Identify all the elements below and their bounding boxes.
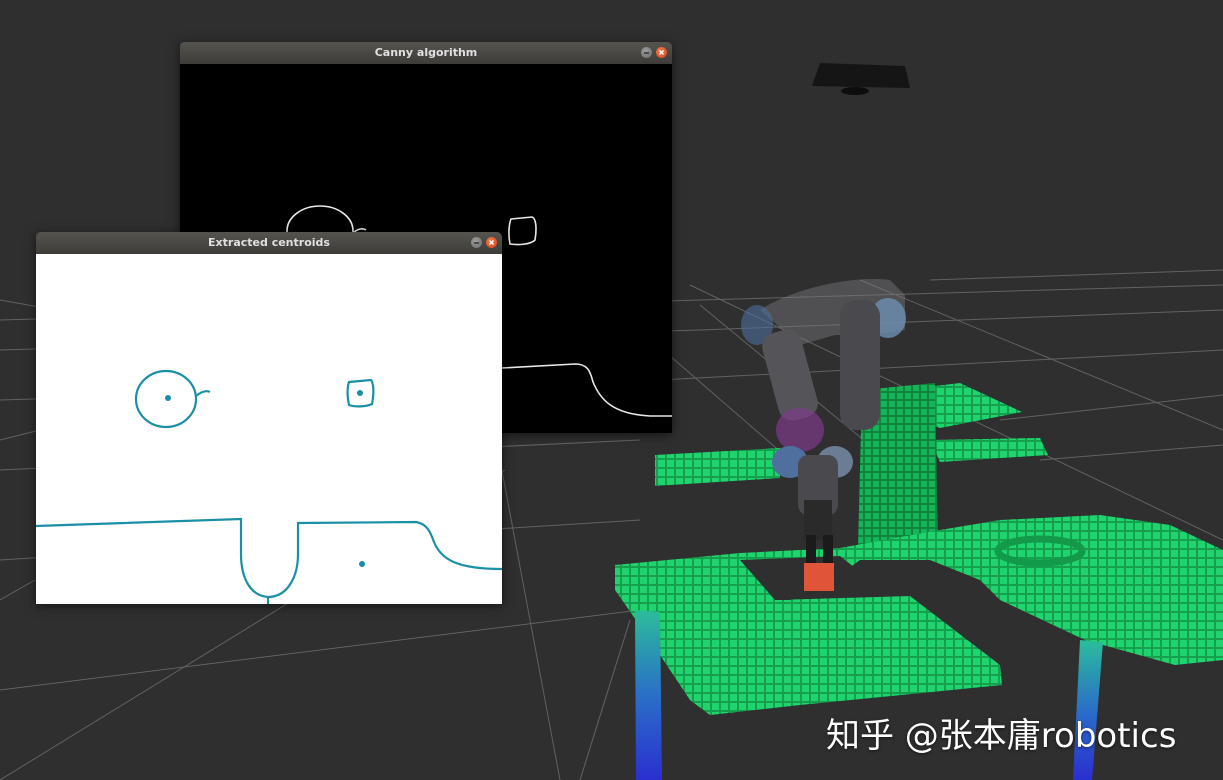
minimize-icon[interactable] [641, 47, 652, 58]
minimize-icon[interactable] [471, 237, 482, 248]
close-icon[interactable] [656, 47, 667, 58]
camera-sensor [812, 63, 910, 95]
centroid-dot [357, 390, 363, 396]
centroid-dot [359, 561, 365, 567]
watermark: 知乎 @张本庸robotics [826, 708, 1176, 757]
centroid-window-titlebar[interactable]: Extracted centroids [36, 232, 502, 254]
centroid-image [36, 254, 502, 604]
centroid-window-title: Extracted centroids [208, 236, 330, 249]
centroid-dot [165, 395, 171, 401]
close-icon[interactable] [486, 237, 497, 248]
canny-window-titlebar[interactable]: Canny algorithm [180, 42, 672, 64]
centroid-window[interactable]: Extracted centroids [36, 232, 502, 604]
canny-window-title: Canny algorithm [375, 46, 478, 59]
